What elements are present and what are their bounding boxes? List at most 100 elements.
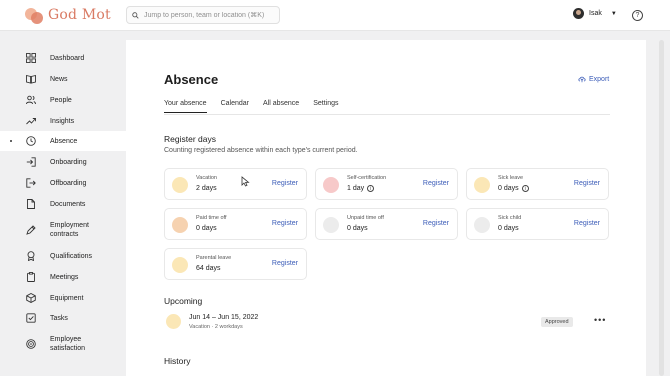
absence-card-sick-child: Sick child 0 days Register <box>466 208 609 240</box>
upcoming-meta: Vacation · 2 workdays <box>189 324 243 330</box>
register-button[interactable]: Register <box>574 180 600 187</box>
sidebar-item-absence[interactable]: Absence <box>0 131 126 151</box>
tab-divider <box>164 114 610 115</box>
info-icon[interactable]: i <box>521 185 529 192</box>
box-icon <box>26 293 36 303</box>
face-icon <box>323 217 339 233</box>
sidebar-item-offboarding[interactable]: Offboarding <box>0 173 126 193</box>
tab-calendar[interactable]: Calendar <box>221 100 249 113</box>
absence-card-vacation: Vacation 2 days Register <box>164 168 307 200</box>
tab-all-absence[interactable]: All absence <box>263 100 299 113</box>
palm-tree-icon <box>172 217 188 233</box>
absence-type: Unpaid time off <box>347 215 384 221</box>
sidebar-item-label: Onboarding <box>50 158 87 166</box>
avatar <box>573 8 584 19</box>
sidebar-item-qualifications[interactable]: Qualifications <box>0 246 126 266</box>
sick-face-icon <box>323 177 339 193</box>
clipboard-icon <box>27 272 35 282</box>
sidebar-item-meetings[interactable]: Meetings <box>0 267 126 287</box>
absence-count-value: 64 days <box>196 265 221 272</box>
absence-count-value: 1 day <box>347 185 365 192</box>
register-button[interactable]: Register <box>423 220 449 227</box>
sidebar-item-employee-satisfaction[interactable]: Employee satisfaction <box>0 331 126 357</box>
upcoming-item[interactable]: Jun 14 – Jun 15, 2022 Vacation · 2 workd… <box>164 310 610 334</box>
search-input[interactable] <box>144 11 274 19</box>
trend-icon <box>26 118 36 125</box>
register-button[interactable]: Register <box>272 220 298 227</box>
export-button[interactable]: Export <box>578 75 609 83</box>
sidebar-item-documents[interactable]: Documents <box>0 194 126 214</box>
register-button[interactable]: Register <box>272 180 298 187</box>
cloud-upload-icon <box>578 76 586 83</box>
tab-your-absence[interactable]: Your absence <box>164 100 207 113</box>
sun-icon <box>166 314 181 329</box>
sidebar-item-insights[interactable]: Insights <box>0 111 126 131</box>
baby-icon <box>172 257 188 273</box>
user-name: Isak <box>589 10 602 17</box>
sun-icon <box>172 177 188 193</box>
search-icon <box>132 11 139 19</box>
sidebar-item-label: People <box>50 96 72 104</box>
register-button[interactable]: Register <box>272 260 298 267</box>
sidebar-item-label: Absence <box>50 137 78 145</box>
sidebar-item-dashboard[interactable]: Dashboard <box>0 48 126 68</box>
register-button[interactable]: Register <box>574 220 600 227</box>
sidebar-item-label: Qualifications <box>50 252 93 260</box>
logout-icon <box>26 178 36 188</box>
tab-bar: Your absence Calendar All absence Settin… <box>164 100 338 113</box>
book-icon <box>26 74 36 84</box>
absence-count: 0 days <box>196 225 217 232</box>
scrollbar[interactable] <box>659 40 664 376</box>
logo[interactable]: God Mot <box>25 6 111 24</box>
sidebar-item-onboarding[interactable]: Onboarding <box>0 152 126 172</box>
login-icon <box>26 157 36 167</box>
active-indicator <box>10 140 12 142</box>
logo-text: God Mot <box>48 7 111 23</box>
grid-icon <box>26 53 36 63</box>
export-label: Export <box>589 75 610 83</box>
document-icon <box>27 199 35 209</box>
sidebar-item-label: News <box>50 75 68 83</box>
user-menu[interactable]: Isak ▼ <box>573 8 617 19</box>
sidebar-item-tasks[interactable]: Tasks <box>0 308 126 328</box>
sidebar-item-employment-contracts[interactable]: Employment contracts <box>0 217 126 243</box>
sidebar-item-label: Employment contracts <box>50 222 89 238</box>
page-title: Absence <box>164 72 219 87</box>
sidebar-item-equipment[interactable]: Equipment <box>0 288 126 308</box>
search-box[interactable] <box>126 6 280 24</box>
sidebar-item-people[interactable]: People <box>0 90 126 110</box>
sidebar-item-label: Equipment <box>50 294 84 302</box>
absence-type: Self-certification <box>347 175 387 181</box>
sidebar-item-label: Offboarding <box>50 179 87 187</box>
register-button[interactable]: Register <box>423 180 449 187</box>
absence-type: Vacation <box>196 175 217 181</box>
caret-down-icon: ▼ <box>610 10 617 17</box>
sidebar-item-news[interactable]: News <box>0 69 126 89</box>
tab-settings[interactable]: Settings <box>313 100 338 113</box>
status-badge: Approved <box>541 317 573 327</box>
sick-face-icon <box>474 177 490 193</box>
mouse-cursor-icon <box>241 176 250 187</box>
info-icon[interactable]: i <box>367 185 375 192</box>
sidebar-item-label: Dashboard <box>50 54 85 62</box>
absence-card-self-certification: Self-certification 1 day i Register <box>315 168 458 200</box>
absence-type: Parental leave <box>196 255 232 261</box>
checkbox-icon <box>26 313 36 323</box>
clock-icon <box>26 136 36 146</box>
pen-icon <box>26 225 36 235</box>
absence-count: 0 days <box>498 225 519 232</box>
more-options-icon[interactable]: ••• <box>594 315 606 325</box>
logo-mark-icon <box>25 6 43 24</box>
absence-count: 1 day i <box>347 185 375 192</box>
absence-card-parental-leave: Parental leave 64 days Register <box>164 248 307 280</box>
absence-count-value: 2 days <box>196 185 217 192</box>
absence-count-value: 0 days <box>498 225 519 232</box>
absence-type: Sick child <box>498 215 522 221</box>
sidebar: Dashboard News People Insights Absence O… <box>0 31 126 376</box>
people-icon <box>26 95 36 105</box>
absence-count: 0 days <box>347 225 368 232</box>
help-icon[interactable]: ? <box>632 10 643 21</box>
absence-card-sick-leave: Sick leave 0 days i Register <box>466 168 609 200</box>
sidebar-item-label: Documents <box>50 200 86 208</box>
absence-count: 2 days <box>196 185 217 192</box>
